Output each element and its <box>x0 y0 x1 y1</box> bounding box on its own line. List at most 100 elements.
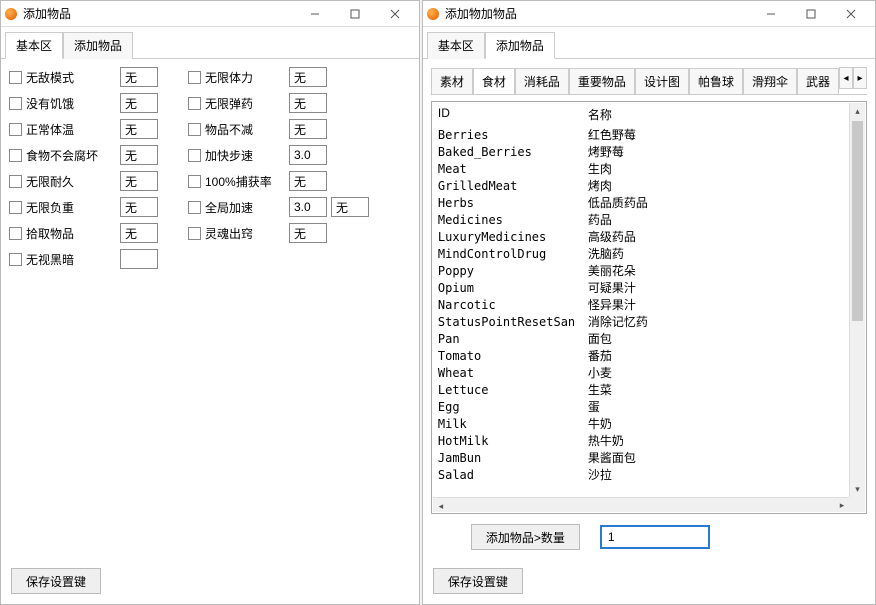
vertical-scrollbar[interactable]: ▴ ▾ <box>849 103 865 497</box>
list-item[interactable]: Egg蛋 <box>438 399 860 416</box>
checkbox[interactable] <box>188 71 201 84</box>
tab-0[interactable]: 基本区 <box>5 32 63 59</box>
checkbox[interactable] <box>188 123 201 136</box>
cheat-value[interactable]: 无 <box>289 171 327 191</box>
list-item[interactable]: Tomato番茄 <box>438 348 860 365</box>
checkbox[interactable] <box>188 175 201 188</box>
cheat-label: 100%捕获率 <box>205 173 285 190</box>
list-item[interactable]: LuxuryMedicines高级药品 <box>438 229 860 246</box>
list-item[interactable]: Herbs低品质药品 <box>438 195 860 212</box>
cheat-value[interactable]: 无 <box>289 93 327 113</box>
list-item[interactable]: Medicines药品 <box>438 212 860 229</box>
category-tab-3[interactable]: 重要物品 <box>569 68 635 95</box>
column-header-id: ID <box>438 106 588 123</box>
tab-1[interactable]: 添加物品 <box>485 32 555 59</box>
list-item[interactable]: StatusPointResetSan消除记忆药 <box>438 314 860 331</box>
cheat-value[interactable]: 3.0 <box>289 145 327 165</box>
list-item[interactable]: Pan面包 <box>438 331 860 348</box>
maximize-button[interactable] <box>335 1 375 27</box>
category-tab-4[interactable]: 设计图 <box>635 68 689 95</box>
category-tab-7[interactable]: 武器 <box>797 68 839 95</box>
cheat-value[interactable]: 无 <box>120 197 158 217</box>
column-header-name: 名称 <box>588 106 860 123</box>
cheat-label: 无限弹药 <box>205 95 285 112</box>
titlebar: 添加物加物品 <box>423 1 875 27</box>
cheat-value[interactable]: 无 <box>120 223 158 243</box>
cheat-value[interactable]: 无 <box>120 145 158 165</box>
tab-0[interactable]: 基本区 <box>427 32 485 59</box>
cheat-value[interactable]: 无 <box>120 93 158 113</box>
checkbox[interactable] <box>188 201 201 214</box>
add-item-button[interactable]: 添加物品>数量 <box>471 524 580 550</box>
list-item[interactable]: Lettuce生菜 <box>438 382 860 399</box>
cheat-label: 无限负重 <box>26 199 116 216</box>
cheat-label: 无限耐久 <box>26 173 116 190</box>
cheat-value[interactable] <box>120 249 158 269</box>
list-item[interactable]: HotMilk热牛奶 <box>438 433 860 450</box>
category-tabs: 素材食材消耗品重要物品设计图帕鲁球滑翔伞武器◂ ▸ <box>431 67 867 95</box>
cheat-value[interactable]: 3.0 <box>289 197 327 217</box>
list-item[interactable]: JamBun果酱面包 <box>438 450 860 467</box>
category-tab-0[interactable]: 素材 <box>431 68 473 95</box>
list-item[interactable]: Opium可疑果汁 <box>438 280 860 297</box>
checkbox[interactable] <box>9 201 22 214</box>
checkbox[interactable] <box>9 227 22 240</box>
save-settings-button[interactable]: 保存设置键 <box>11 568 101 594</box>
category-tab-1[interactable]: 食材 <box>473 68 515 95</box>
cheat-value[interactable]: 无 <box>289 67 327 87</box>
list-item[interactable]: Salad沙拉 <box>438 467 860 484</box>
list-item[interactable]: MindControlDrug洗脑药 <box>438 246 860 263</box>
main-tabs: 基本区添加物品 <box>1 27 419 59</box>
list-item[interactable]: Meat生肉 <box>438 161 860 178</box>
checkbox[interactable] <box>188 227 201 240</box>
cheat-value[interactable]: 无 <box>120 119 158 139</box>
cheat-label: 无限体力 <box>205 69 285 86</box>
maximize-button[interactable] <box>791 1 831 27</box>
minimize-button[interactable] <box>751 1 791 27</box>
list-item[interactable]: GrilledMeat烤肉 <box>438 178 860 195</box>
cheat-value[interactable]: 无 <box>289 119 327 139</box>
minimize-button[interactable] <box>295 1 335 27</box>
cheat-label: 拾取物品 <box>26 225 116 242</box>
checkbox[interactable] <box>9 149 22 162</box>
item-list: ID 名称 Berries红色野莓Baked_Berries烤野莓Meat生肉G… <box>431 101 867 514</box>
window-title: 添加物加物品 <box>445 5 751 22</box>
category-tab-2[interactable]: 消耗品 <box>515 68 569 95</box>
scroll-left-icon[interactable]: ◂ <box>433 499 449 514</box>
scroll-right-icon[interactable]: ▸ <box>834 498 850 513</box>
category-tab-6[interactable]: 滑翔伞 <box>743 68 797 95</box>
list-item[interactable]: Narcotic怪异果汁 <box>438 297 860 314</box>
cheat-label: 物品不减 <box>205 121 285 138</box>
checkbox[interactable] <box>9 71 22 84</box>
list-item[interactable]: Berries红色野莓 <box>438 127 860 144</box>
cheat-value[interactable]: 无 <box>120 67 158 87</box>
tab-scroll-right-icon[interactable]: ▸ <box>853 67 867 89</box>
checkbox[interactable] <box>9 97 22 110</box>
list-item[interactable]: Wheat小麦 <box>438 365 860 382</box>
list-item[interactable]: Milk牛奶 <box>438 416 860 433</box>
app-icon <box>427 8 439 20</box>
checkbox[interactable] <box>9 253 22 266</box>
cheat-label: 全局加速 <box>205 199 285 216</box>
tab-scroll-left-icon[interactable]: ◂ <box>839 67 853 89</box>
checkbox[interactable] <box>188 97 201 110</box>
checkbox[interactable] <box>9 175 22 188</box>
quantity-input[interactable]: 1 <box>600 525 710 549</box>
cheat-value[interactable]: 无 <box>289 223 327 243</box>
save-settings-button[interactable]: 保存设置键 <box>433 568 523 594</box>
category-tab-5[interactable]: 帕鲁球 <box>689 68 743 95</box>
scroll-up-icon[interactable]: ▴ <box>850 103 865 119</box>
cheat-value-2[interactable]: 无 <box>331 197 369 217</box>
horizontal-scrollbar[interactable]: ◂ ▸ <box>433 497 850 512</box>
scroll-down-icon[interactable]: ▾ <box>850 481 865 497</box>
tab-1[interactable]: 添加物品 <box>63 32 133 59</box>
checkbox[interactable] <box>9 123 22 136</box>
cheat-label: 没有饥饿 <box>26 95 116 112</box>
list-item[interactable]: Poppy美丽花朵 <box>438 263 860 280</box>
list-item[interactable]: Baked_Berries烤野莓 <box>438 144 860 161</box>
close-button[interactable] <box>831 1 871 27</box>
cheat-value[interactable]: 无 <box>120 171 158 191</box>
checkbox[interactable] <box>188 149 201 162</box>
close-button[interactable] <box>375 1 415 27</box>
scroll-thumb[interactable] <box>852 121 863 321</box>
